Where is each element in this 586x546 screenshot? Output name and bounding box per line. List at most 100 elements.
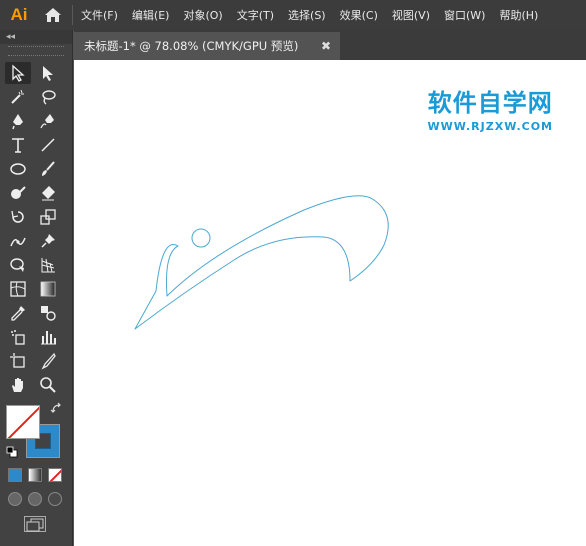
rotate-icon: [11, 210, 24, 223]
menu-type[interactable]: 文字(T): [237, 7, 274, 23]
gradient-tool[interactable]: [35, 278, 61, 300]
puppet-warp-icon: [10, 237, 26, 247]
perspective-grid-icon: [41, 258, 55, 273]
blob-brush-icon: [11, 186, 26, 199]
blob-brush-tool[interactable]: [5, 182, 31, 204]
shape-builder-icon: [10, 258, 24, 272]
scale-tool[interactable]: [35, 206, 61, 228]
slice-tool[interactable]: [35, 350, 61, 372]
hand-icon: [12, 378, 23, 392]
eyedropper-tool[interactable]: [5, 302, 31, 324]
watermark: 软件自学网 WWW.RJZXW.COM: [428, 83, 554, 133]
shape-builder-tool[interactable]: [5, 254, 31, 276]
menu-bar: Ai 文件(F) 编辑(E) 对象(O) 文字(T) 选择(S) 效果(C) 视…: [0, 0, 586, 30]
home-icon: [45, 8, 61, 22]
artboard-tool[interactable]: [5, 350, 31, 372]
none-button[interactable]: [48, 468, 62, 482]
blend-tool[interactable]: [35, 302, 61, 324]
menu-view[interactable]: 视图(V): [392, 7, 430, 23]
menu-divider: [72, 5, 73, 25]
pushpin-icon: [41, 234, 55, 248]
home-button[interactable]: [38, 0, 68, 30]
paintbrush-icon: [42, 161, 55, 176]
column-graph-icon: [41, 331, 56, 345]
fill-swatch-none[interactable]: [6, 405, 40, 439]
mesh-icon: [10, 281, 26, 297]
direct-selection-tool[interactable]: [35, 62, 61, 84]
scale-icon: [40, 209, 56, 225]
none-slash-small-icon: [49, 469, 61, 481]
pen-tool[interactable]: [5, 110, 31, 132]
curvature-pen-icon: [40, 114, 54, 129]
perspective-grid-tool[interactable]: [35, 254, 61, 276]
collapse-icon: ◂◂: [6, 32, 16, 42]
magic-wand-tool[interactable]: [5, 86, 31, 108]
artwork-swoosh-path[interactable]: [134, 195, 389, 330]
color-button[interactable]: [8, 468, 22, 482]
close-tab-button[interactable]: ✖: [318, 38, 334, 54]
selection-tool[interactable]: [5, 62, 31, 84]
document-tab-title: 未标题-1* @ 78.08% (CMYK/GPU 预览): [84, 39, 299, 53]
change-screen-mode-button[interactable]: [24, 516, 46, 532]
direct-selection-arrow-icon: [43, 66, 53, 81]
artboard-canvas[interactable]: 软件自学网 WWW.RJZXW.COM: [74, 60, 586, 546]
paintbrush-tool[interactable]: [35, 158, 61, 180]
puppet-warp-tool[interactable]: [5, 230, 31, 252]
gradient-icon: [40, 281, 56, 297]
magnifier-icon: [40, 377, 56, 393]
draw-normal-button[interactable]: [8, 492, 22, 506]
watermark-url: WWW.RJZXW.COM: [427, 120, 553, 133]
none-slash-icon: [7, 406, 39, 438]
eyedropper-icon: [11, 306, 25, 321]
document-tab[interactable]: 未标题-1* @ 78.08% (CMYK/GPU 预览) ✖: [74, 32, 340, 60]
symbol-sprayer-icon: [11, 330, 25, 345]
symbol-sprayer-tool[interactable]: [5, 326, 31, 348]
ellipse-icon: [10, 163, 26, 175]
menu-file[interactable]: 文件(F): [81, 7, 118, 23]
draw-mode-buttons: [8, 492, 62, 506]
menu-effect[interactable]: 效果(C): [340, 7, 378, 23]
panel-grip[interactable]: [8, 46, 64, 56]
screen-mode-icon: [26, 518, 44, 532]
column-graph-tool[interactable]: [35, 326, 61, 348]
rotate-tool[interactable]: [5, 206, 31, 228]
pin-tool[interactable]: [35, 230, 61, 252]
color-mode-buttons: [8, 468, 62, 482]
swap-fill-stroke-icon[interactable]: [50, 402, 64, 416]
lasso-tool[interactable]: [35, 86, 61, 108]
ellipse-tool[interactable]: [5, 158, 31, 180]
artwork-circle[interactable]: [191, 228, 211, 248]
line-segment-tool[interactable]: [35, 134, 61, 156]
panel-collapse-button[interactable]: ◂◂: [0, 30, 72, 44]
artboard-icon: [10, 353, 25, 368]
watermark-title: 软件自学网: [427, 89, 553, 117]
selection-arrow-icon: [12, 64, 25, 82]
app-logo: Ai: [10, 5, 28, 24]
lasso-icon: [42, 90, 56, 105]
hand-tool[interactable]: [5, 374, 31, 396]
tools-panel: ◂◂: [0, 30, 73, 546]
gradient-button[interactable]: [28, 468, 42, 482]
blend-icon: [41, 306, 56, 321]
line-segment-icon: [41, 138, 55, 152]
menu-items: 文件(F) 编辑(E) 对象(O) 文字(T) 选择(S) 效果(C) 视图(V…: [81, 0, 552, 30]
draw-inside-button[interactable]: [48, 492, 62, 506]
zoom-tool[interactable]: [35, 374, 61, 396]
menu-edit[interactable]: 编辑(E): [132, 7, 170, 23]
menu-object[interactable]: 对象(O): [183, 7, 222, 23]
default-colors-icon[interactable]: [6, 446, 18, 458]
fill-stroke-controls: [6, 402, 66, 462]
close-icon: ✖: [320, 39, 332, 53]
type-tool[interactable]: [5, 134, 31, 156]
slice-knife-icon: [41, 352, 56, 370]
document-tab-bar: 未标题-1* @ 78.08% (CMYK/GPU 预览) ✖: [74, 30, 586, 60]
eraser-icon: [42, 186, 55, 201]
menu-help[interactable]: 帮助(H): [499, 7, 538, 23]
type-t-icon: [12, 138, 24, 153]
draw-behind-button[interactable]: [28, 492, 42, 506]
eraser-tool[interactable]: [35, 182, 61, 204]
curvature-tool[interactable]: [35, 110, 61, 132]
menu-window[interactable]: 窗口(W): [444, 7, 485, 23]
menu-select[interactable]: 选择(S): [288, 7, 326, 23]
mesh-tool[interactable]: [5, 278, 31, 300]
